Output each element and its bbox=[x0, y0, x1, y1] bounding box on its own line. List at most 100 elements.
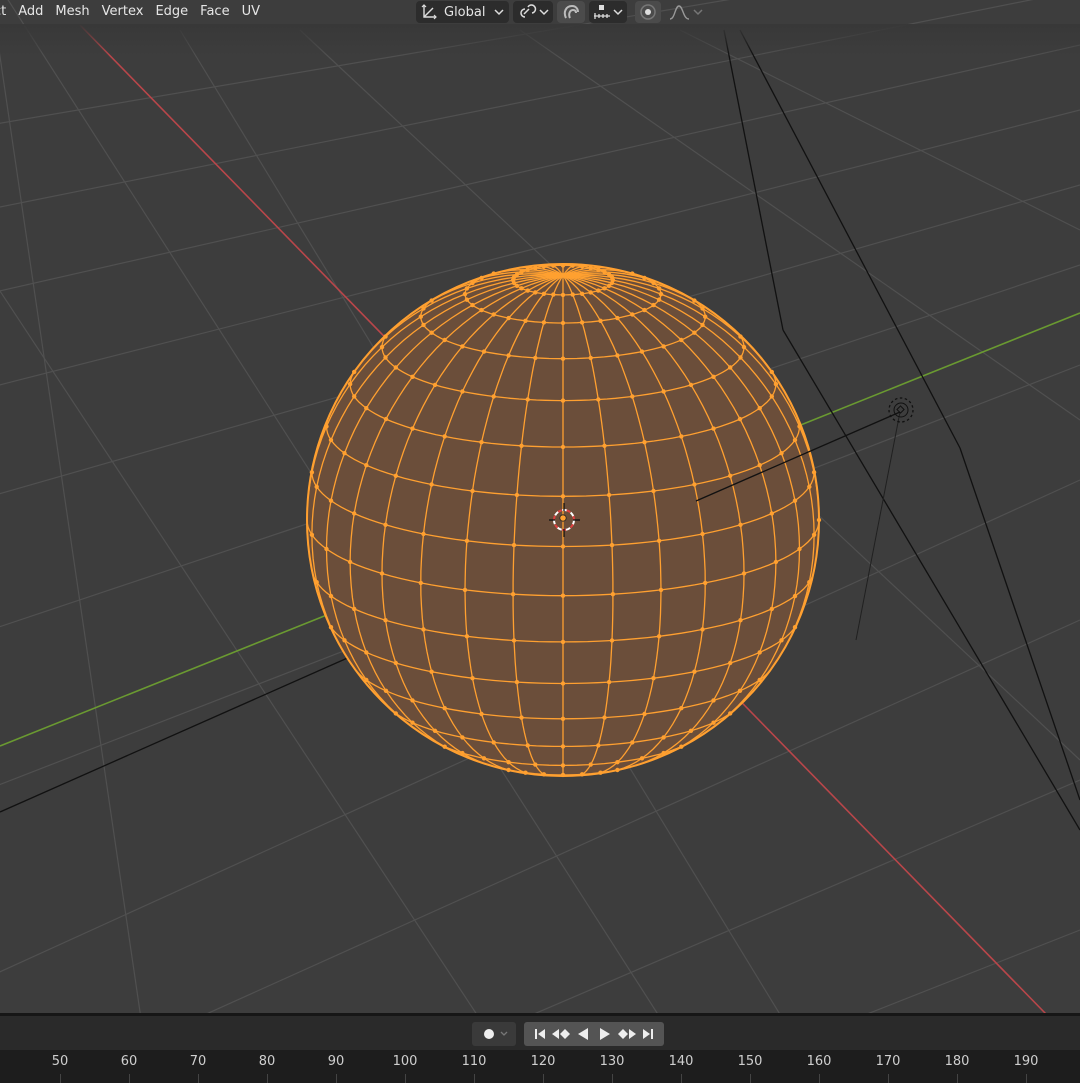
sphere-vertex bbox=[658, 587, 664, 593]
snap-target-dropdown[interactable] bbox=[589, 1, 628, 23]
frame-ruler[interactable]: 50 60 70 80 90 100 110 120 130 140 150 160 170 180 190 bbox=[0, 1050, 1080, 1083]
grid-line bbox=[0, 0, 1034, 208]
sphere-vertex bbox=[442, 434, 447, 439]
sphere-vertex bbox=[651, 488, 656, 494]
sphere-vertex bbox=[811, 470, 817, 475]
sphere-vertex bbox=[738, 522, 743, 527]
sphere-vertex bbox=[460, 750, 465, 756]
sphere-vertex bbox=[324, 546, 329, 552]
frame-number: 120 bbox=[530, 1054, 556, 1069]
sphere-vertex bbox=[429, 669, 434, 674]
sphere-vertex bbox=[481, 349, 487, 354]
sphere-vertex bbox=[460, 735, 465, 740]
sphere-vertex bbox=[741, 571, 747, 576]
sphere-vertex bbox=[570, 292, 575, 297]
snap-toggle[interactable] bbox=[557, 1, 586, 23]
sphere-vertex bbox=[596, 397, 601, 402]
sphere-vertex bbox=[792, 593, 798, 599]
play-icon[interactable] bbox=[594, 1027, 616, 1041]
camera-wire-line bbox=[959, 447, 1080, 801]
sphere-vertex bbox=[470, 302, 475, 308]
auto-keying-button[interactable] bbox=[472, 1022, 516, 1046]
sphere-vertex bbox=[560, 398, 566, 403]
frame-tick bbox=[612, 1074, 613, 1083]
sphere-vertex bbox=[692, 298, 697, 303]
sphere-vertex bbox=[602, 443, 607, 448]
sphere-vertex bbox=[523, 318, 528, 323]
sphere-vertex bbox=[658, 291, 664, 297]
transform-orientation-dropdown[interactable]: Global bbox=[416, 1, 510, 23]
sphere-vertex bbox=[533, 355, 538, 361]
frame-tick bbox=[957, 1074, 958, 1083]
sphere-vertex bbox=[328, 593, 334, 599]
sphere-vertex bbox=[519, 286, 524, 291]
frame-tick bbox=[60, 1074, 61, 1083]
sphere-vertex bbox=[470, 676, 475, 681]
next-keyframe-icon[interactable] bbox=[616, 1027, 638, 1041]
sphere-vertex bbox=[442, 337, 447, 343]
sphere-vertex bbox=[688, 382, 694, 388]
sphere-vertex bbox=[596, 743, 601, 748]
play-reverse-icon[interactable] bbox=[572, 1027, 594, 1041]
sphere-vertex bbox=[615, 767, 620, 773]
sphere-vertex bbox=[470, 488, 475, 494]
menu-add[interactable]: Add bbox=[12, 0, 49, 24]
sphere-vertex bbox=[797, 546, 802, 552]
sphere-vertex bbox=[429, 298, 434, 303]
menu-object[interactable]: ct bbox=[0, 0, 12, 24]
3d-viewport[interactable] bbox=[0, 0, 1080, 1080]
sphere-vertex bbox=[630, 271, 635, 276]
chevron-down-icon bbox=[493, 6, 505, 18]
sphere-vertex bbox=[410, 720, 415, 725]
menu-edge[interactable]: Edge bbox=[149, 0, 194, 24]
sphere-vertex bbox=[324, 424, 329, 429]
sphere-vertex bbox=[661, 389, 666, 394]
sphere-vertex bbox=[432, 728, 438, 733]
sphere-vertex bbox=[342, 638, 347, 643]
pivot-point-dropdown[interactable] bbox=[513, 1, 554, 23]
frame-tick bbox=[336, 1074, 337, 1083]
sphere-vertex bbox=[460, 344, 465, 349]
proportional-falloff-dropdown[interactable] bbox=[665, 1, 707, 23]
sphere-vertex bbox=[703, 580, 708, 586]
jump-end-icon[interactable] bbox=[638, 1027, 658, 1041]
prev-keyframe-icon[interactable] bbox=[550, 1027, 572, 1041]
sphere-vertex bbox=[651, 280, 656, 286]
sphere-vertex bbox=[737, 416, 743, 422]
sphere-vertex bbox=[510, 592, 516, 597]
sphere-vertex bbox=[352, 394, 357, 399]
sphere-vertex bbox=[314, 484, 319, 489]
sphere-vertex bbox=[679, 434, 684, 439]
proportional-editing-toggle[interactable] bbox=[635, 1, 662, 23]
sphere-vertex bbox=[596, 267, 601, 272]
jump-start-icon[interactable] bbox=[530, 1027, 550, 1041]
sphere-vertex bbox=[328, 625, 334, 630]
menu-mesh[interactable]: Mesh bbox=[49, 0, 95, 24]
frame-tick bbox=[405, 1074, 406, 1083]
sphere-vertex bbox=[551, 263, 556, 268]
menu-uv[interactable]: UV bbox=[236, 0, 266, 24]
sphere-vertex bbox=[523, 770, 528, 775]
sphere-vertex bbox=[579, 320, 585, 325]
frame-number: 160 bbox=[806, 1054, 832, 1069]
sphere-vertex bbox=[479, 440, 484, 445]
sphere-vertex bbox=[383, 416, 389, 422]
sphere-vertex bbox=[364, 463, 369, 468]
sphere-vertex bbox=[541, 320, 547, 325]
sphere-vertex bbox=[460, 389, 465, 394]
sphere-vertex bbox=[514, 679, 520, 685]
sphere-vertex bbox=[328, 498, 334, 503]
sphere-vertex bbox=[541, 264, 547, 269]
sphere-vertex bbox=[769, 606, 774, 612]
sphere-vertex bbox=[464, 297, 470, 302]
grid-line bbox=[0, 52, 151, 1080]
sphere-vertex bbox=[656, 286, 662, 291]
sphere-vertex bbox=[421, 306, 426, 311]
menu-face[interactable]: Face bbox=[194, 0, 235, 24]
sphere-vertex bbox=[700, 322, 705, 328]
frame-tick bbox=[888, 1074, 889, 1083]
sphere-vertex bbox=[560, 639, 566, 645]
sphere-vertex bbox=[491, 394, 496, 399]
menu-vertex[interactable]: Vertex bbox=[96, 0, 150, 24]
sphere-vertex bbox=[560, 763, 566, 768]
